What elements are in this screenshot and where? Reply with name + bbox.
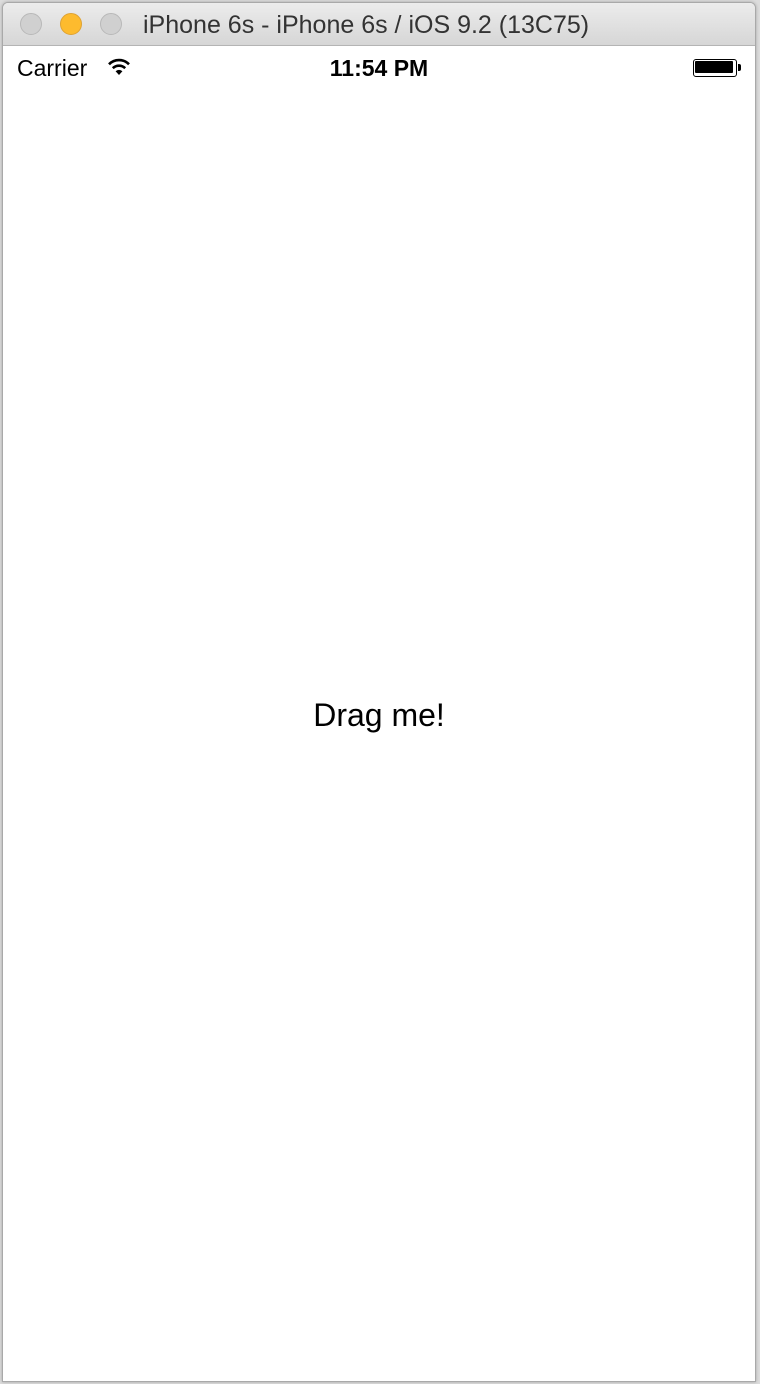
battery-icon (693, 59, 741, 77)
battery-fill (695, 61, 733, 73)
close-button[interactable] (20, 13, 42, 35)
zoom-button[interactable] (100, 13, 122, 35)
drag-label[interactable]: Drag me! (3, 697, 755, 734)
simulator-window: iPhone 6s - iPhone 6s / iOS 9.2 (13C75) … (2, 2, 756, 1382)
minimize-button[interactable] (60, 13, 82, 35)
title-bar[interactable]: iPhone 6s - iPhone 6s / iOS 9.2 (13C75) (3, 3, 755, 46)
window-title: iPhone 6s - iPhone 6s / iOS 9.2 (13C75) (143, 11, 590, 39)
device-screen[interactable]: Carrier 11:54 PM Drag me! (3, 46, 755, 1381)
status-time: 11:54 PM (329, 55, 429, 81)
status-bar: Carrier 11:54 PM (3, 46, 755, 88)
